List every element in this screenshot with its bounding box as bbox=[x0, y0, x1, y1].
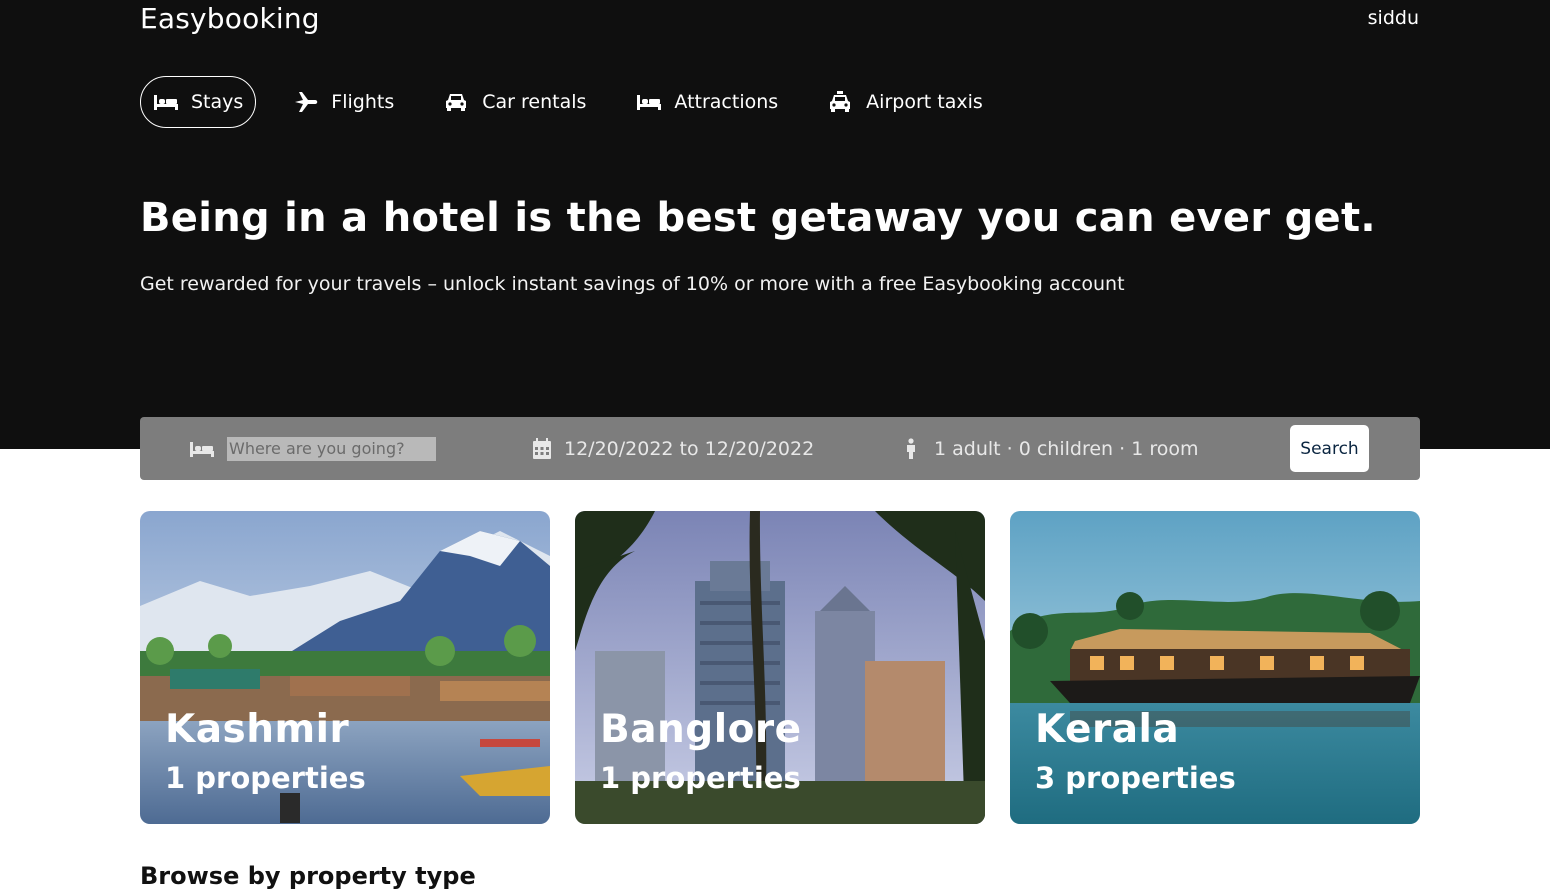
search-bar: 12/20/2022 to 12/20/2022 1 adult · 0 chi… bbox=[140, 417, 1420, 480]
destination-field bbox=[189, 436, 436, 461]
header: Easybooking siddu Stays Flights Car rent… bbox=[0, 0, 1550, 449]
brand-logo[interactable]: Easybooking bbox=[140, 2, 320, 35]
date-picker[interactable]: 12/20/2022 to 12/20/2022 bbox=[532, 437, 815, 460]
featured-card-banglore[interactable]: Banglore 1 properties bbox=[575, 511, 985, 824]
nav-bar: Stays Flights Car rentals Attractions Ai… bbox=[140, 75, 1020, 129]
person-icon bbox=[904, 437, 924, 460]
bed-icon bbox=[153, 92, 179, 112]
search-button[interactable]: Search bbox=[1290, 425, 1369, 472]
plane-icon bbox=[293, 92, 319, 112]
calendar-icon bbox=[532, 437, 552, 460]
guests-text: 1 adult · 0 children · 1 room bbox=[934, 437, 1199, 460]
nav-label: Airport taxis bbox=[866, 91, 983, 113]
city-name: Kerala bbox=[1035, 707, 1180, 752]
city-name: Kashmir bbox=[165, 707, 350, 752]
nav-label: Stays bbox=[191, 91, 244, 113]
featured-card-kashmir[interactable]: Kashmir 1 properties bbox=[140, 511, 550, 824]
bed-icon bbox=[189, 439, 215, 459]
property-count: 3 properties bbox=[1035, 761, 1236, 795]
guests-picker[interactable]: 1 adult · 0 children · 1 room bbox=[904, 438, 1198, 460]
destination-input[interactable] bbox=[227, 436, 436, 461]
hero-subtitle: Get rewarded for your travels – unlock i… bbox=[140, 273, 1125, 295]
nav-label: Attractions bbox=[674, 91, 779, 113]
date-range-text: 12/20/2022 to 12/20/2022 bbox=[564, 437, 815, 460]
featured-card-kerala[interactable]: Kerala 3 properties bbox=[1010, 511, 1420, 824]
nav-item-car-rentals[interactable]: Car rentals bbox=[431, 76, 599, 128]
city-name: Banglore bbox=[600, 707, 802, 752]
section-title: Browse by property type bbox=[140, 862, 476, 890]
nav-label: Flights bbox=[331, 91, 395, 113]
bed-icon bbox=[636, 92, 662, 112]
hero-title: Being in a hotel is the best getaway you… bbox=[140, 195, 1376, 241]
nav-label: Car rentals bbox=[482, 91, 587, 113]
car-icon bbox=[444, 92, 470, 112]
property-count: 1 properties bbox=[165, 761, 366, 795]
user-name[interactable]: siddu bbox=[1368, 7, 1419, 29]
nav-item-airport-taxis[interactable]: Airport taxis bbox=[815, 76, 996, 128]
nav-item-stays[interactable]: Stays bbox=[140, 76, 257, 128]
property-count: 1 properties bbox=[600, 761, 801, 795]
nav-item-flights[interactable]: Flights bbox=[280, 76, 407, 128]
taxi-icon bbox=[828, 91, 854, 112]
nav-item-attractions[interactable]: Attractions bbox=[623, 76, 791, 128]
